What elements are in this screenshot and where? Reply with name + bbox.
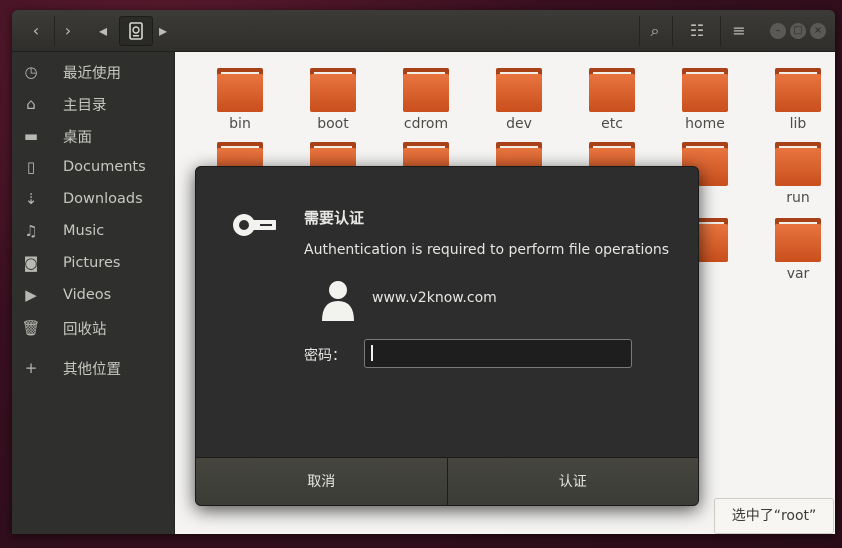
sidebar-item-recent[interactable]: ◷ 最近使用 (12, 58, 175, 86)
close-button[interactable]: × (810, 23, 826, 39)
sidebar-item-label: 回收站 (63, 321, 107, 338)
sidebar-item-label: Downloads (63, 191, 143, 207)
selection-status: 选中了“root” (714, 498, 834, 534)
video-icon: ▶ (25, 286, 37, 304)
camera-icon: ◙ (23, 254, 39, 272)
password-field[interactable] (364, 339, 632, 368)
sidebar-item-label: 其他位置 (63, 361, 121, 378)
dialog-button-row: 取消 认证 (196, 457, 698, 505)
sidebar-item-downloads[interactable]: ⇣ Downloads (12, 185, 175, 213)
sidebar-item-label: 主目录 (63, 97, 107, 114)
header-separator (720, 16, 721, 46)
desktop-icon: ▬ (23, 127, 39, 145)
maximize-icon: □ (793, 25, 803, 36)
sidebar-item-label: Music (63, 223, 105, 239)
sidebar-item-label: 最近使用 (63, 65, 121, 82)
back-icon: ‹ (32, 21, 40, 40)
key-icon (233, 214, 276, 236)
back-button[interactable]: ‹ (22, 17, 50, 45)
sidebar: ◷ 最近使用 ⌂ 主目录 ▬ 桌面 ▯ Documents ⇣ Downloads ♫ Mu… (12, 52, 175, 534)
user-name: www.v2know.com (372, 290, 497, 306)
forward-button[interactable]: › (54, 17, 82, 45)
drive-icon (129, 22, 143, 40)
home-icon: ⌂ (26, 95, 36, 113)
sidebar-item-label: 桌面 (63, 129, 92, 146)
sidebar-item-label: Pictures (63, 255, 121, 271)
chevron-left-icon: ◂ (98, 21, 108, 40)
hamburger-icon: ≡ (732, 21, 746, 40)
user-icon (322, 281, 354, 321)
search-icon: ⌕ (650, 21, 660, 40)
sidebar-item-desktop[interactable]: ▬ 桌面 (12, 122, 175, 150)
sidebar-item-trash[interactable]: 🗑 回收站 (12, 314, 175, 342)
list-view-icon: ☷ (689, 21, 705, 40)
path-root-button[interactable] (119, 16, 153, 46)
minimize-button[interactable]: – (770, 23, 786, 39)
sidebar-item-home[interactable]: ⌂ 主目录 (12, 90, 175, 118)
search-button[interactable]: ⌕ (640, 17, 670, 45)
text-caret (371, 345, 373, 361)
dialog-message: Authentication is required to perform fi… (304, 242, 670, 258)
sidebar-item-other-locations[interactable]: + 其他位置 (12, 354, 175, 382)
password-label: 密码： (304, 348, 346, 364)
path-next-button[interactable]: ▸ (152, 17, 174, 45)
sidebar-item-pictures[interactable]: ◙ Pictures (12, 249, 175, 277)
path-prev-button[interactable]: ◂ (90, 17, 116, 45)
forward-icon: › (64, 21, 72, 40)
sidebar-item-label: Documents (63, 159, 146, 175)
chevron-right-icon: ▸ (158, 21, 168, 40)
maximize-button[interactable]: □ (790, 23, 806, 39)
header-separator (672, 16, 673, 46)
sidebar-item-documents[interactable]: ▯ Documents (12, 153, 175, 181)
authenticate-button[interactable]: 认证 (447, 458, 698, 505)
auth-dialog: 需要认证 Authentication is required to perfo… (195, 166, 699, 506)
clock-icon: ◷ (24, 63, 38, 81)
document-icon: ▯ (26, 158, 36, 176)
view-button[interactable]: ☷ (682, 17, 712, 45)
cancel-button[interactable]: 取消 (196, 458, 448, 505)
trash-icon: 🗑 (21, 319, 41, 337)
sidebar-item-videos[interactable]: ▶ Videos (12, 281, 175, 309)
sidebar-item-music[interactable]: ♫ Music (12, 217, 175, 245)
sidebar-item-label: Videos (63, 287, 112, 303)
menu-button[interactable]: ≡ (724, 17, 754, 45)
minimize-icon: – (775, 25, 781, 36)
header-bar: ‹ › ◂ ▸ ⌕ ☷ ≡ – □ × (12, 10, 835, 52)
close-icon: × (813, 25, 823, 36)
music-icon: ♫ (24, 222, 38, 240)
download-icon: ⇣ (24, 190, 38, 208)
plus-icon: + (24, 359, 38, 377)
dialog-title: 需要认证 (304, 209, 365, 227)
